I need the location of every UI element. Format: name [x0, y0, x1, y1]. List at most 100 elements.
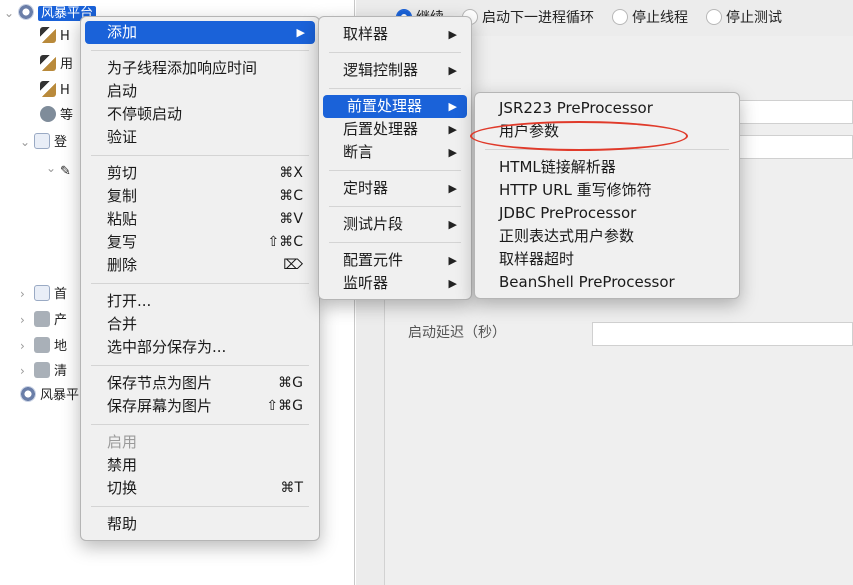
radio-icon: [706, 9, 722, 25]
menu-item-postprocessor[interactable]: 后置处理器 ▶: [319, 118, 471, 141]
expand-chevron-icon[interactable]: ⌄: [46, 157, 60, 179]
menu-item-label: 配置元件: [343, 251, 404, 269]
menu-separator: [329, 242, 461, 243]
menu-separator: [91, 506, 309, 507]
menu-item-save-selection[interactable]: 选中部分保存为...: [81, 336, 319, 359]
menu-separator: [329, 52, 461, 53]
menu-item-copy[interactable]: 复制 ⌘C: [81, 185, 319, 208]
tree-node[interactable]: › 产: [20, 309, 67, 331]
menu-item-cut[interactable]: 剪切 ⌘X: [81, 162, 319, 185]
menu-item-logic-controller[interactable]: 逻辑控制器 ▶: [319, 59, 471, 82]
menu-item-http-url-rewrite[interactable]: HTTP URL 重写修饰符: [475, 179, 739, 202]
tree-node-label: H: [60, 29, 70, 44]
submenu-arrow-icon: ▶: [448, 277, 457, 290]
menu-item-start-no-pause[interactable]: 不停顿启动: [81, 103, 319, 126]
tree-node[interactable]: ⌄ 登: [20, 131, 67, 153]
expand-chevron-icon[interactable]: ›: [20, 335, 34, 357]
submenu-arrow-icon: ▶: [448, 146, 457, 159]
menu-item-label: 监听器: [343, 274, 389, 292]
radio-stop-thread[interactable]: 停止线程: [612, 7, 688, 27]
menu-item-assertion[interactable]: 断言 ▶: [319, 141, 471, 164]
menu-item-jdbc-preprocessor[interactable]: JDBC PreProcessor: [475, 202, 739, 225]
menu-item-beanshell-preprocessor[interactable]: BeanShell PreProcessor: [475, 271, 739, 294]
tree-node[interactable]: 用: [40, 54, 73, 76]
tree-node[interactable]: › 地: [20, 335, 67, 357]
expand-chevron-icon[interactable]: ›: [20, 360, 34, 382]
submenu-arrow-icon: ▶: [448, 28, 457, 41]
tree-node-child[interactable]: ⌄ ✎: [46, 157, 76, 179]
startup-delay-input[interactable]: [592, 322, 853, 346]
menu-item-label: 定时器: [343, 179, 389, 197]
shortcut-label: ⌘X: [279, 165, 303, 181]
expand-chevron-icon[interactable]: ›: [20, 283, 34, 305]
radio-label: 停止测试: [726, 10, 782, 26]
thread-group-icon: [34, 285, 50, 301]
menu-separator: [91, 283, 309, 284]
menu-item-html-link-parser[interactable]: HTML链接解析器: [475, 156, 739, 179]
add-submenu: 取样器 ▶ 逻辑控制器 ▶ 前置处理器 ▶ 后置处理器 ▶ 断言 ▶ 定时器 ▶ 测试片段 ▶…: [318, 16, 472, 300]
radio-stop-test[interactable]: 停止测试: [706, 7, 782, 27]
menu-item-label: 保存屏幕为图片: [107, 397, 213, 415]
menu-item-label: 复写: [107, 233, 138, 251]
tree-node[interactable]: › 清: [20, 360, 67, 382]
menu-separator: [91, 424, 309, 425]
menu-separator: [329, 170, 461, 171]
menu-item-sample-timeout[interactable]: 取样器超时: [475, 248, 739, 271]
menu-item-label: 粘贴: [107, 210, 138, 228]
tree-node-label: 登: [54, 135, 68, 150]
tree-node[interactable]: H: [40, 80, 70, 102]
menu-item-jsr223-preprocessor[interactable]: JSR223 PreProcessor: [475, 97, 739, 120]
menu-item-regex-user-parameters[interactable]: 正则表达式用户参数: [475, 225, 739, 248]
menu-item-paste[interactable]: 粘贴 ⌘V: [81, 208, 319, 231]
text-field[interactable]: [738, 135, 853, 159]
submenu-arrow-icon: ▶: [448, 100, 457, 113]
menu-item-add[interactable]: 添加 ▶: [85, 21, 315, 44]
menu-item-config-element[interactable]: 配置元件 ▶: [319, 249, 471, 272]
timer-icon: [40, 106, 56, 122]
expand-chevron-icon[interactable]: ›: [20, 309, 34, 331]
disabled-thread-group-icon: [34, 311, 50, 327]
radio-icon: [612, 9, 628, 25]
menu-item-timer[interactable]: 定时器 ▶: [319, 177, 471, 200]
menu-item-sampler[interactable]: 取样器 ▶: [319, 23, 471, 46]
menu-item-label: 剪切: [107, 164, 138, 182]
menu-item-delete[interactable]: 删除 ⌦: [81, 254, 319, 277]
menu-item-preprocessor[interactable]: 前置处理器 ▶: [323, 95, 467, 118]
tree-node[interactable]: › 首: [20, 283, 67, 305]
submenu-arrow-icon: ▶: [448, 218, 457, 231]
shortcut-label: ⇧⌘G: [266, 398, 303, 414]
menu-item-validate[interactable]: 验证: [81, 126, 319, 149]
submenu-arrow-icon: ▶: [296, 26, 305, 39]
menu-item-test-fragment[interactable]: 测试片段 ▶: [319, 213, 471, 236]
menu-item-label: 后置处理器: [343, 120, 419, 138]
menu-item-open[interactable]: 打开...: [81, 290, 319, 313]
menu-separator: [329, 206, 461, 207]
menu-item-merge[interactable]: 合并: [81, 313, 319, 336]
context-menu: 添加 ▶ 为子线程添加响应时间 启动 不停顿启动 验证 剪切 ⌘X 复制 ⌘C 粘贴 ⌘…: [80, 16, 320, 541]
menu-item-user-parameters[interactable]: 用户参数: [475, 120, 739, 143]
radio-start-next-loop[interactable]: 启动下一进程循环: [462, 7, 594, 27]
shortcut-label: ⌘C: [279, 188, 303, 204]
menu-item-save-node-image[interactable]: 保存节点为图片 ⌘G: [81, 372, 319, 395]
menu-item-label: 断言: [343, 143, 374, 161]
menu-item-label: 前置处理器: [347, 97, 423, 115]
menu-item-toggle[interactable]: 切换 ⌘T: [81, 477, 319, 500]
shortcut-label: ⌘T: [280, 480, 303, 496]
menu-item-label: 添加: [107, 23, 138, 41]
tree-node[interactable]: H: [40, 26, 70, 48]
menu-item-duplicate[interactable]: 复写 ⇧⌘C: [81, 231, 319, 254]
collapse-chevron-icon[interactable]: ⌄: [4, 2, 18, 24]
menu-item-save-screen-image[interactable]: 保存屏幕为图片 ⇧⌘G: [81, 395, 319, 418]
menu-item-help[interactable]: 帮助: [81, 513, 319, 536]
tree-node[interactable]: 等: [40, 105, 73, 127]
menu-item-disable[interactable]: 禁用: [81, 454, 319, 477]
menu-separator: [329, 88, 461, 89]
pencil-icon: ✎: [60, 164, 71, 179]
menu-item-add-response-time[interactable]: 为子线程添加响应时间: [81, 57, 319, 80]
http-sampler-icon: [40, 81, 56, 97]
menu-item-start[interactable]: 启动: [81, 80, 319, 103]
text-field[interactable]: [738, 100, 853, 124]
menu-item-listener[interactable]: 监听器 ▶: [319, 272, 471, 295]
submenu-arrow-icon: ▶: [448, 254, 457, 267]
expand-chevron-icon[interactable]: ⌄: [20, 131, 34, 153]
